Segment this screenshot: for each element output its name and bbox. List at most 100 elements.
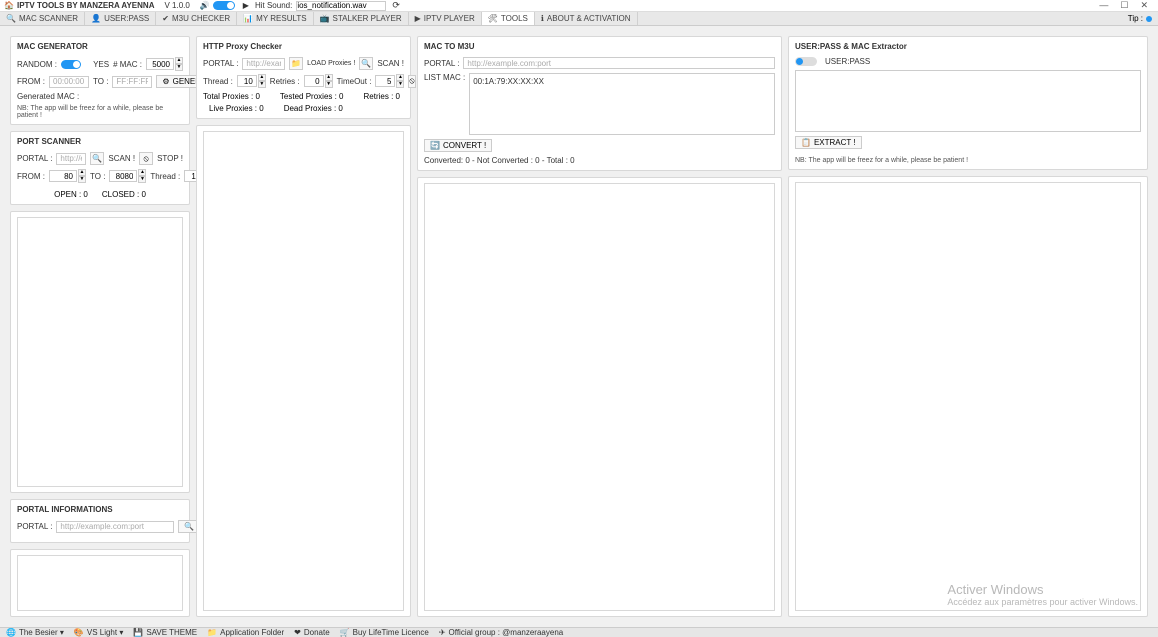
tested-proxies: Tested Proxies : 0	[280, 92, 344, 101]
to-port-input[interactable]	[109, 170, 137, 182]
mac-generator-panel: MAC GENERATOR RANDOM : YES # MAC : ▲▼ FR…	[10, 36, 190, 125]
tab-tools[interactable]: 🛠TOOLS	[482, 12, 535, 25]
stop-button[interactable]: ⦸	[139, 152, 153, 165]
extract-button[interactable]: 📋EXTRACT !	[795, 136, 862, 149]
note-text: NB: The app will be freez for a while, p…	[17, 105, 183, 119]
footer-save-theme[interactable]: 💾SAVE THEME	[133, 628, 197, 637]
mac-count-label: # MAC :	[113, 60, 142, 69]
spinner[interactable]: ▲▼	[325, 74, 333, 88]
scan-label: SCAN !	[108, 154, 135, 163]
scan-label: SCAN !	[377, 59, 404, 68]
mac-count-input[interactable]	[146, 58, 174, 70]
load-proxies-button[interactable]: 📁	[289, 57, 303, 70]
from-input[interactable]	[49, 76, 89, 88]
tab-stalker-player[interactable]: 📺STALKER PLAYER	[314, 12, 409, 25]
spinner[interactable]: ▲▼	[175, 57, 183, 71]
activate-title: Activer Windows	[947, 582, 1138, 597]
mac-to-m3u-panel: MAC TO M3U PORTAL : LIST MAC : 00:1A:79:…	[417, 36, 782, 171]
timeout-input[interactable]	[375, 75, 395, 87]
tab-label: MAC SCANNER	[19, 14, 78, 23]
portal-input[interactable]	[463, 57, 775, 69]
tab-about[interactable]: ℹABOUT & ACTIVATION	[535, 12, 638, 25]
to-label: TO :	[90, 172, 105, 181]
tip-area: Tip :	[1122, 12, 1158, 25]
maximize-button[interactable]: ☐	[1120, 0, 1128, 11]
mac-to-m3u-output[interactable]	[424, 183, 775, 611]
tab-m3u-checker[interactable]: ✔M3U CHECKER	[156, 12, 237, 25]
tab-label: TOOLS	[501, 14, 528, 23]
panel-title: USER:PASS & MAC Extractor	[795, 42, 1141, 51]
panel-title: MAC GENERATOR	[17, 42, 183, 51]
play-icon[interactable]: ▶	[243, 1, 249, 10]
spinner[interactable]: ▲▼	[138, 169, 146, 183]
stop-button[interactable]: ⦸	[408, 75, 415, 88]
portal-input[interactable]	[242, 58, 285, 70]
footer-besier[interactable]: 🌐The Besier ▾	[6, 628, 64, 637]
footer-label: SAVE THEME	[146, 628, 197, 637]
listmac-textarea[interactable]: 00:1A:79:XX:XX:XX	[469, 73, 775, 135]
total-proxies: Total Proxies : 0	[203, 92, 260, 101]
convert-stats: Converted: 0 - Not Converted : 0 - Total…	[424, 156, 775, 165]
scan-button[interactable]: 🔍	[359, 57, 373, 70]
thread-input[interactable]	[237, 75, 257, 87]
refresh-icon[interactable]: ⟳	[392, 0, 400, 11]
footer-donate[interactable]: ❤Donate	[294, 628, 330, 637]
proxy-output-panel	[196, 125, 411, 617]
telegram-icon: ✈	[439, 628, 446, 637]
portal-info-output-panel	[10, 549, 190, 617]
footer-label: The Besier ▾	[19, 628, 64, 637]
portal-info-output[interactable]	[17, 555, 183, 611]
from-label: FROM :	[17, 172, 45, 181]
spinner[interactable]: ▲▼	[258, 74, 266, 88]
tip-dot-icon	[1146, 16, 1152, 22]
live-proxies: Live Proxies : 0	[209, 104, 264, 113]
random-toggle[interactable]	[61, 60, 81, 69]
tab-iptv-player[interactable]: ▶IPTV PLAYER	[409, 12, 482, 25]
retries-stat: Retries : 0	[364, 92, 400, 101]
from-port-input[interactable]	[49, 170, 77, 182]
footer-buy-licence[interactable]: 🛒Buy LifeTime Licence	[340, 628, 429, 637]
scan-button[interactable]: 🔍	[90, 152, 104, 165]
thread-label: Thread :	[150, 172, 180, 181]
open-count: OPEN : 0	[54, 190, 88, 199]
panel-title: MAC TO M3U	[424, 42, 775, 51]
footer-app-folder[interactable]: 📁Application Folder	[207, 628, 284, 637]
sound-toggle[interactable]	[213, 1, 235, 10]
port-scanner-output[interactable]	[17, 217, 183, 487]
listmac-label: LIST MAC :	[424, 73, 465, 82]
dead-proxies: Dead Proxies : 0	[284, 104, 343, 113]
tab-mac-scanner[interactable]: 🔍MAC SCANNER	[0, 12, 85, 25]
extractor-panel: USER:PASS & MAC Extractor USER:PASS 📋EXT…	[788, 36, 1148, 170]
retries-input[interactable]	[304, 75, 324, 87]
save-icon: 💾	[133, 628, 143, 637]
convert-button[interactable]: 🔄CONVERT !	[424, 139, 492, 152]
close-button[interactable]: ✕	[1140, 0, 1148, 11]
to-label: TO :	[93, 77, 108, 86]
note-text: NB: The app will be freez for a while, p…	[795, 157, 1141, 164]
extractor-output[interactable]	[795, 182, 1141, 611]
port-scanner-panel: PORT SCANNER PORTAL : 🔍 SCAN ! ⦸ STOP ! …	[10, 131, 190, 205]
to-input[interactable]	[112, 76, 152, 88]
tab-my-results[interactable]: 📊MY RESULTS	[237, 12, 313, 25]
proxy-output[interactable]	[203, 131, 404, 611]
tab-user-pass[interactable]: 👤USER:PASS	[85, 12, 156, 25]
closed-count: CLOSED : 0	[102, 190, 146, 199]
portal-info-panel: PORTAL INFORMATIONS PORTAL : 🔍CHECK !	[10, 499, 190, 543]
load-label: LOAD Proxies !	[307, 60, 355, 67]
port-scanner-output-panel	[10, 211, 190, 493]
portal-label: PORTAL :	[424, 59, 459, 68]
footer-official-group[interactable]: ✈Official group : @manzeraayena	[439, 628, 563, 637]
minimize-button[interactable]: —	[1099, 0, 1108, 11]
footer-theme[interactable]: 🎨VS Light ▾	[74, 628, 123, 637]
random-label: RANDOM :	[17, 60, 57, 69]
gear-icon: ⚙	[162, 77, 169, 86]
portal-input[interactable]	[56, 153, 86, 165]
stop-label: STOP !	[157, 154, 183, 163]
spinner[interactable]: ▲▼	[78, 169, 86, 183]
extractor-output-panel	[788, 176, 1148, 617]
portal-input[interactable]	[56, 521, 174, 533]
extractor-input-textarea[interactable]	[795, 70, 1141, 132]
userpass-toggle[interactable]	[795, 57, 817, 66]
hit-sound-select[interactable]	[296, 1, 386, 11]
spinner[interactable]: ▲▼	[396, 74, 404, 88]
